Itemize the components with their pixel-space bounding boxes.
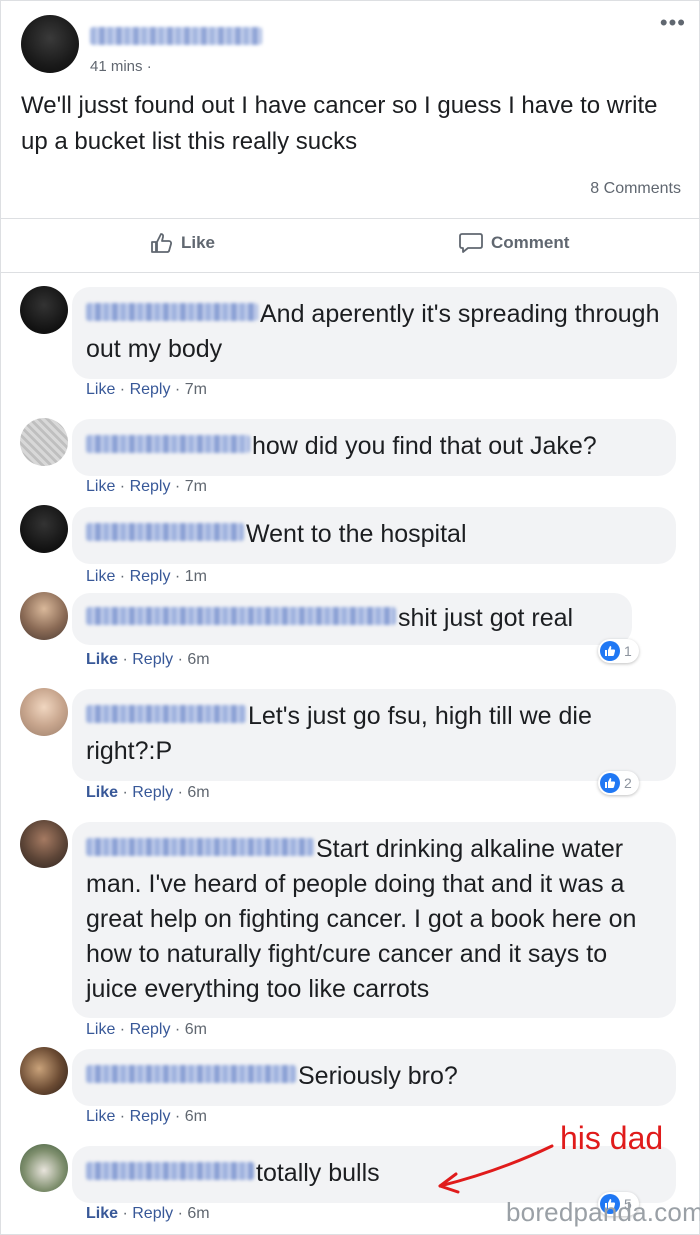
commenter-name-blurred[interactable] — [86, 1065, 296, 1084]
comment-text: Seriously bro? — [298, 1062, 458, 1090]
comment-button[interactable]: Comment — [458, 232, 569, 254]
comment-like-link[interactable]: Like — [86, 651, 118, 668]
comment-reply-link[interactable]: Reply — [130, 1108, 171, 1125]
like-reaction-icon — [600, 773, 620, 793]
commenter-name-blurred[interactable] — [86, 838, 314, 857]
comment-bubble: Went to the hospital — [72, 507, 676, 564]
comment-like-link[interactable]: Like — [86, 478, 115, 495]
thumbs-up-icon — [150, 232, 174, 254]
comment-bubble: shit just got real — [72, 593, 632, 645]
comment-reply-link[interactable]: Reply — [132, 651, 173, 668]
commenter-avatar[interactable] — [20, 505, 68, 553]
comment-meta: Like · Reply · 6m — [86, 1021, 207, 1038]
like-button-label: Like — [181, 233, 216, 252]
post-author-avatar[interactable] — [21, 15, 79, 73]
commenter-avatar[interactable] — [20, 1047, 68, 1095]
more-dots-icon[interactable]: ••• — [660, 12, 686, 34]
annotation-arrow — [438, 1144, 554, 1194]
annotation-label: his dad — [560, 1120, 664, 1156]
comment-like-link[interactable]: Like — [86, 784, 118, 801]
comment-bubble: Seriously bro? — [72, 1049, 676, 1106]
comment-meta: Like · Reply · 7m — [86, 478, 207, 495]
comment-time[interactable]: 6m — [187, 784, 209, 801]
commenter-avatar[interactable] — [20, 688, 68, 736]
comment-time[interactable]: 7m — [185, 478, 207, 495]
comment-meta: Like · Reply · 6m — [86, 784, 210, 801]
post-author-name-blurred[interactable] — [90, 27, 262, 45]
divider — [0, 272, 700, 273]
comment-reply-link[interactable]: Reply — [130, 381, 171, 398]
comment-time[interactable]: 6m — [185, 1108, 207, 1125]
post-timestamp[interactable]: 41 mins · — [90, 58, 152, 75]
commenter-name-blurred[interactable] — [86, 523, 244, 542]
comment-reply-link[interactable]: Reply — [132, 784, 173, 801]
comment-reply-link[interactable]: Reply — [130, 478, 171, 495]
comment-time[interactable]: 6m — [187, 651, 209, 668]
commenter-name-blurred[interactable] — [86, 705, 246, 724]
comment-reply-link[interactable]: Reply — [132, 1205, 173, 1222]
comment-bubble: how did you find that out Jake? — [72, 419, 676, 476]
commenter-avatar[interactable] — [20, 592, 68, 640]
post-text: We'll jusst found out I have cancer so I… — [21, 92, 658, 155]
commenter-name-blurred[interactable] — [86, 435, 250, 454]
commenter-name-blurred[interactable] — [86, 303, 258, 322]
comment-time[interactable]: 7m — [185, 381, 207, 398]
comment-reply-link[interactable]: Reply — [130, 1021, 171, 1038]
reaction-count[interactable]: 2 — [598, 771, 639, 795]
comment-text: totally bulls — [256, 1159, 380, 1187]
comment-bubble: Start drinking alkaline water man. I've … — [72, 822, 676, 1018]
comment-time[interactable]: 6m — [185, 1021, 207, 1038]
like-reaction-icon — [600, 641, 620, 661]
comment-text: shit just got real — [398, 604, 574, 632]
comment-text: how did you find that out Jake? — [252, 432, 597, 460]
comment-meta: Like · Reply · 6m — [86, 1108, 207, 1125]
divider — [0, 218, 700, 219]
comment-meta: Like · Reply · 1m — [86, 568, 207, 585]
comment-like-link[interactable]: Like — [86, 568, 115, 585]
commenter-name-blurred[interactable] — [86, 1162, 254, 1181]
comment-text: Went to the hospital — [246, 520, 467, 548]
like-button[interactable]: Like — [150, 232, 215, 254]
commenter-avatar[interactable] — [20, 820, 68, 868]
comment-reply-link[interactable]: Reply — [130, 568, 171, 585]
commenter-name-blurred[interactable] — [86, 607, 396, 626]
watermark: boredpanda.com — [506, 1197, 700, 1227]
comment-time[interactable]: 1m — [185, 568, 207, 585]
commenter-avatar[interactable] — [20, 418, 68, 466]
comment-meta: Like · Reply · 6m — [86, 1205, 210, 1222]
comment-meta: Like · Reply · 6m — [86, 651, 210, 668]
comment-time[interactable]: 6m — [187, 1205, 209, 1222]
comment-like-link[interactable]: Like — [86, 1021, 115, 1038]
comment-meta: Like · Reply · 7m — [86, 381, 207, 398]
reaction-count[interactable]: 1 — [598, 639, 639, 663]
comment-like-link[interactable]: Like — [86, 1108, 115, 1125]
commenter-avatar[interactable] — [20, 1144, 68, 1192]
commenter-avatar[interactable] — [20, 286, 68, 334]
comment-bubble: Let's just go fsu, high till we die righ… — [72, 689, 676, 781]
comment-button-label: Comment — [491, 233, 570, 252]
comment-like-link[interactable]: Like — [86, 381, 115, 398]
comment-text: Start drinking alkaline water man. I've … — [86, 835, 637, 1003]
comment-like-link[interactable]: Like — [86, 1205, 118, 1222]
comments-count-link[interactable]: 8 Comments — [590, 180, 681, 198]
comment-bubble: And aperently it's spreading through out… — [72, 287, 677, 379]
speech-bubble-icon — [458, 232, 484, 254]
